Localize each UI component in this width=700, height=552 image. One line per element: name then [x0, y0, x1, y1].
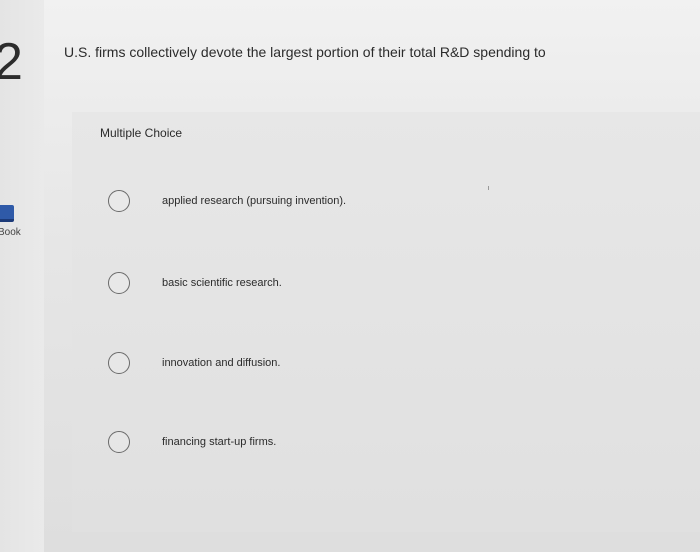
choice-option-b[interactable]: basic scientific research.	[108, 272, 528, 298]
choice-option-c[interactable]: innovation and diffusion.	[108, 352, 528, 378]
radio-button[interactable]	[108, 190, 130, 212]
book-icon	[0, 205, 14, 222]
ebook-label: Book	[0, 227, 21, 238]
radio-button[interactable]	[108, 272, 130, 294]
question-type-label: Multiple Choice	[100, 126, 183, 140]
question-text: U.S. firms collectively devote the large…	[64, 44, 546, 60]
answer-panel	[72, 112, 700, 532]
question-number: 2	[0, 33, 23, 91]
choice-label: basic scientific research.	[162, 277, 282, 289]
choice-label: applied research (pursuing invention).	[162, 195, 347, 207]
choice-option-a[interactable]: applied research (pursuing invention).	[108, 190, 528, 216]
choice-label: financing start-up firms.	[162, 436, 277, 448]
radio-button[interactable]	[108, 352, 130, 374]
radio-button[interactable]	[108, 431, 130, 453]
choice-option-d[interactable]: financing start-up firms.	[108, 431, 528, 457]
choice-label: innovation and diffusion.	[162, 357, 281, 369]
